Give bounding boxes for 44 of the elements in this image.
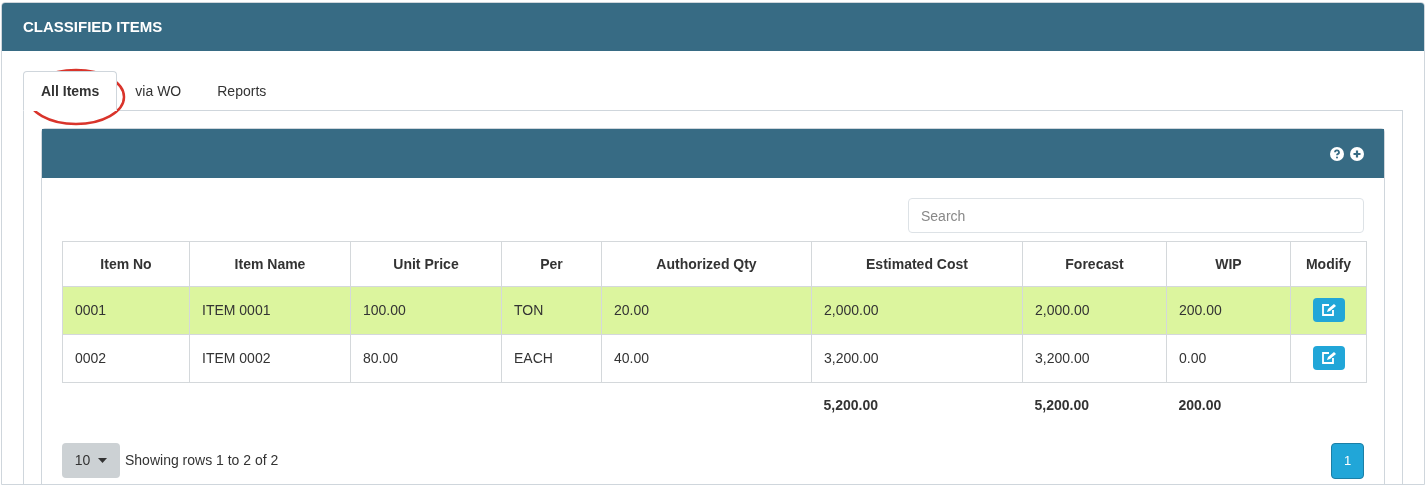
column-header: Modify <box>1290 241 1367 287</box>
table-cell: 2,000.00 <box>824 302 879 318</box>
edit-icon <box>1321 351 1336 365</box>
column-header: Per <box>501 241 602 287</box>
total-value: 5,200.00 <box>1034 397 1089 414</box>
table-cell: ITEM 0002 <box>202 350 271 366</box>
column-header: Forecast <box>1022 241 1167 287</box>
table-row[interactable]: 0002 ITEM 0002 80.00 EACH 40.00 3,200.00 3,200.00 0.00 <box>62 334 1367 383</box>
panel-title: CLASSIFIED ITEMS <box>23 16 163 37</box>
rows-summary: Showing rows 1 to 2 of 2 <box>125 451 279 470</box>
add-icon[interactable] <box>1350 146 1364 161</box>
search-field[interactable]: Search <box>908 198 1364 233</box>
total-value: 200.00 <box>1178 397 1222 414</box>
table-cell: 3,200.00 <box>1035 350 1090 366</box>
column-header: Unit Price <box>350 241 502 287</box>
table-row[interactable]: 0001 ITEM 0001 100.00 TON 20.00 2,000.00 2,000.00 200.00 <box>62 286 1367 335</box>
table-cell: ITEM 0001 <box>202 302 271 318</box>
table-cell: 0002 <box>75 350 107 366</box>
table-cell: 20.00 <box>614 302 650 318</box>
table-cell: 200.00 <box>1179 302 1222 318</box>
table-cell: 3,200.00 <box>824 350 879 366</box>
edit-button[interactable] <box>1312 298 1345 322</box>
column-header: Item No <box>62 241 190 287</box>
table-cell: 0.00 <box>1179 350 1207 366</box>
tab[interactable]: All Items <box>23 71 118 111</box>
caret-icon <box>98 458 108 463</box>
table-cell: 40.00 <box>614 350 650 366</box>
table-cell: 0001 <box>75 302 107 318</box>
tab[interactable]: via WO <box>117 71 200 111</box>
edit-button[interactable] <box>1312 346 1345 370</box>
column-header: Estimated Cost <box>811 241 1023 287</box>
column-header: Authorized Qty <box>601 241 812 287</box>
table-cell: EACH <box>514 350 553 366</box>
total-value: 5,200.00 <box>823 397 878 414</box>
table-cell: TON <box>514 302 544 318</box>
table-cell: 100.00 <box>363 302 406 318</box>
edit-icon <box>1321 303 1336 317</box>
help-icon[interactable] <box>1330 146 1344 161</box>
tab[interactable]: Reports <box>199 71 285 111</box>
page-size-dropdown[interactable]: 10 <box>62 443 120 478</box>
column-header: WIP <box>1166 241 1291 287</box>
table-cell: 80.00 <box>363 350 399 366</box>
column-header: Item Name <box>189 241 351 287</box>
table-cell: 2,000.00 <box>1035 302 1090 318</box>
